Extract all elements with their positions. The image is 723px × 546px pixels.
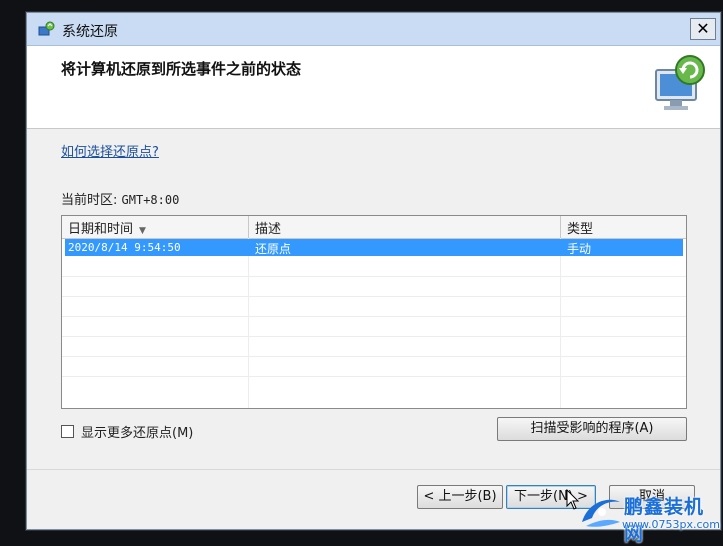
column-header-description[interactable]: 描述 [255,218,281,237]
timezone-label: 当前时区: [61,193,118,208]
table-row[interactable]: 2020/8/14 9:54:50 还原点 手动 [65,239,683,256]
window-title: 系统还原 [62,24,118,40]
title-bar[interactable]: 系统还原 ✕ [27,13,720,46]
timezone-value: GMT+8:00 [121,193,180,207]
help-link[interactable]: 如何选择还原点? [61,141,159,160]
timezone-text: 当前时区: GMT+8:00 [61,189,179,208]
system-restore-dialog: 系统还原 ✕ 将计算机还原到所选事件之前的状态 如何选择还原点? 当前时区: G… [26,12,721,530]
restore-point-list[interactable]: 日期和时间 ▼ 描述 类型 2020/8/14 9:54:50 还原点 手动 [61,215,687,409]
back-button[interactable]: < 上一步(B) [417,485,503,509]
header-panel: 将计算机还原到所选事件之前的状态 [27,46,720,129]
sort-down-icon: ▼ [139,226,146,236]
list-header: 日期和时间 ▼ 描述 类型 [62,216,686,239]
row-type: 手动 [567,242,592,256]
column-header-datetime[interactable]: 日期和时间 ▼ [68,218,146,237]
watermark-url: www.0753px.com [622,518,720,531]
watermark: 鹏鑫装机网 www.0753px.com [578,490,723,545]
close-button[interactable]: ✕ [690,18,716,40]
row-description: 还原点 [255,242,292,256]
system-restore-icon [38,21,55,36]
swirl-logo-icon [582,499,620,527]
close-icon: ✕ [696,19,710,38]
footer-divider [27,469,720,470]
row-datetime: 2020/8/14 9:54:50 [68,241,181,254]
scan-affected-programs-button[interactable]: 扫描受影响的程序(A) [497,417,687,441]
restore-monitor-icon [655,55,705,110]
page-title: 将计算机还原到所选事件之前的状态 [61,60,302,78]
column-header-type[interactable]: 类型 [567,218,593,237]
show-more-label: 显示更多还原点(M) [81,426,194,441]
show-more-checkbox[interactable]: 显示更多还原点(M) [61,422,193,441]
checkbox-box[interactable] [61,425,74,438]
